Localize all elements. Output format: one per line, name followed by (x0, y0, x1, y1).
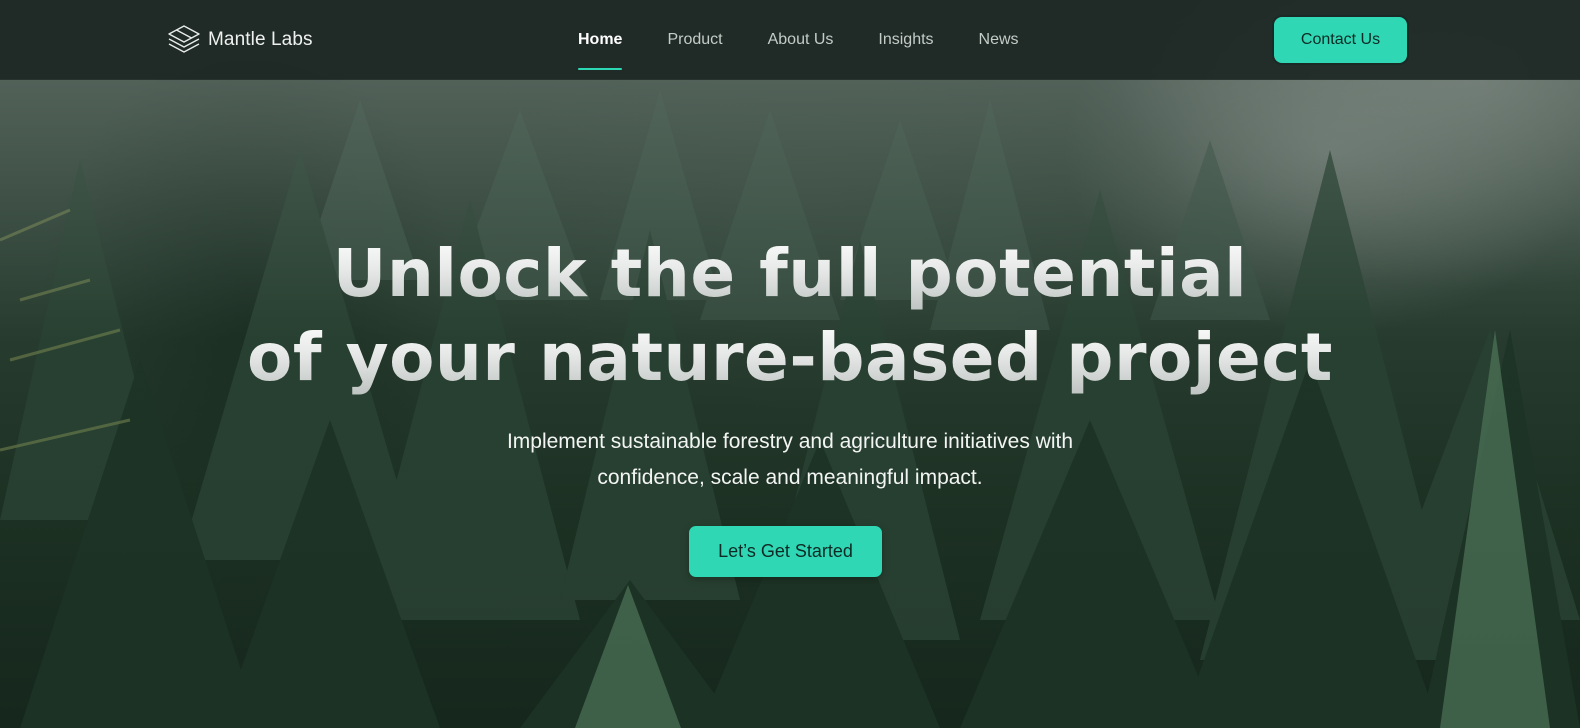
layered-diamond-logo-icon (168, 25, 200, 53)
main-nav: Home Product About Us Insights News (578, 0, 1019, 80)
brand-name: Mantle Labs (208, 29, 313, 50)
get-started-button[interactable]: Let’s Get Started (689, 526, 882, 577)
hero-subtitle-line-1: Implement sustainable forestry and agric… (506, 430, 1074, 453)
site-header: Mantle Labs Home Product About Us Insigh… (0, 0, 1580, 80)
brand-logo-link[interactable]: Mantle Labs (166, 22, 313, 58)
hero-title-line-1: Unlock the full potential (0, 232, 1580, 316)
hero-subtitle-line-2: confidence, scale and meaningful impact. (597, 466, 983, 489)
nav-item-news[interactable]: News (979, 0, 1019, 80)
hero-subtitle: Implement sustainable forestry and agric… (0, 424, 1580, 496)
hero-title: Unlock the full potential of your nature… (0, 232, 1580, 400)
page: Mantle Labs Home Product About Us Insigh… (0, 0, 1580, 728)
nav-item-about-us[interactable]: About Us (768, 0, 834, 80)
nav-item-product[interactable]: Product (667, 0, 722, 80)
hero-title-line-2: of your nature-based project (0, 316, 1580, 400)
contact-us-button[interactable]: Contact Us (1274, 17, 1407, 63)
nav-item-home[interactable]: Home (578, 0, 623, 80)
nav-item-insights[interactable]: Insights (878, 0, 933, 80)
